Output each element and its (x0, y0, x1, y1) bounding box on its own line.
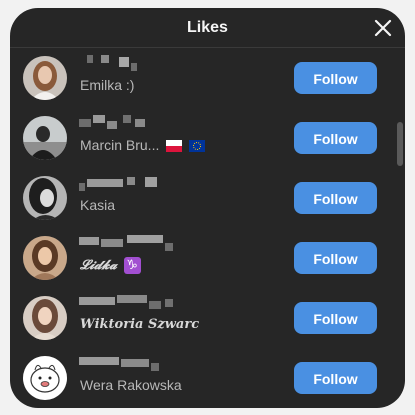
avatar[interactable] (23, 296, 67, 340)
full-name: 𝓛𝓲𝓭𝓴𝓪 ♑ (80, 257, 141, 274)
follow-button[interactable]: Follow (294, 362, 377, 394)
full-name: Emilka :) (80, 77, 135, 93)
follow-button[interactable]: Follow (294, 302, 377, 334)
full-name-text: Marcin Bru... (80, 137, 160, 153)
avatar[interactable] (23, 236, 67, 280)
avatar[interactable] (23, 176, 67, 220)
list-item: Emilka :) Follow (10, 48, 394, 108)
full-name: Wera Rakowska (80, 377, 182, 393)
poland-flag-icon (166, 140, 183, 153)
full-name-text: 𝓛𝓲𝓭𝓴𝓪 (80, 258, 117, 273)
likes-modal: Likes Emilka :) Follow Marcin Bru... Fol… (10, 8, 405, 408)
avatar[interactable] (23, 116, 67, 160)
scrollbar[interactable] (395, 48, 405, 408)
capricorn-icon: ♑ (123, 257, 141, 274)
scrollbar-thumb[interactable] (397, 122, 403, 166)
avatar[interactable] (23, 56, 67, 100)
list-item: Wera Rakowska Follow (10, 348, 394, 408)
full-name: Marcin Bru... (80, 137, 206, 153)
list-item: Marcin Bru... Follow (10, 108, 394, 168)
modal-header: Likes (10, 8, 405, 48)
close-icon[interactable] (371, 16, 395, 40)
eu-flag-icon (189, 140, 206, 153)
list-item: 𝓛𝓲𝓭𝓴𝓪 ♑ Follow (10, 228, 394, 288)
full-name: Kasia (80, 197, 116, 213)
follow-button[interactable]: Follow (294, 62, 377, 94)
follow-button[interactable]: Follow (294, 242, 377, 274)
avatar[interactable] (23, 356, 67, 400)
full-name: 𝑾𝒊𝒌𝒕𝒐𝒓𝒊𝒂 𝑺𝒛𝒘𝒂𝒓𝒄 (80, 317, 200, 332)
modal-title: Likes (187, 19, 228, 36)
follow-button[interactable]: Follow (294, 182, 377, 214)
follow-button[interactable]: Follow (294, 122, 377, 154)
list-item: 𝑾𝒊𝒌𝒕𝒐𝒓𝒊𝒂 𝑺𝒛𝒘𝒂𝒓𝒄 Follow (10, 288, 394, 348)
list-item: Kasia Follow (10, 168, 394, 228)
